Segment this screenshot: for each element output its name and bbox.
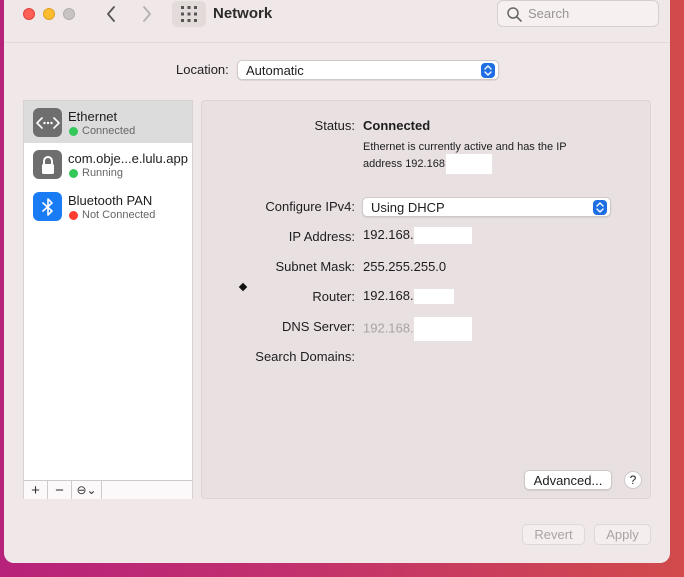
service-name: Bluetooth PAN <box>68 193 153 208</box>
search-input[interactable] <box>528 6 648 21</box>
minimize-window-button[interactable] <box>43 8 55 20</box>
select-stepper-icon <box>481 63 495 78</box>
apply-button[interactable]: Apply <box>594 524 651 545</box>
ipv4-label: Configure IPv4: <box>265 199 355 214</box>
detail-pane: Status: Connected Ethernet is currently … <box>201 100 651 499</box>
subnet-mask-label: Subnet Mask: <box>275 259 356 274</box>
service-list: Ethernet Connected com.obje...e.lulu.app… <box>23 100 193 499</box>
chevron-right-icon <box>143 6 151 22</box>
dns-server-label: DNS Server: <box>282 319 355 334</box>
router-label: Router: <box>312 289 355 304</box>
toolbar: Network <box>4 0 670 42</box>
status-label: Status: <box>314 118 355 133</box>
bluetooth-icon <box>33 192 62 221</box>
service-status: Not Connected <box>69 209 155 221</box>
close-window-button[interactable] <box>23 8 35 20</box>
grid-icon <box>181 6 197 22</box>
search-icon <box>507 7 522 22</box>
service-status-text: Not Connected <box>82 209 156 221</box>
ip-address-label: IP Address: <box>288 229 355 244</box>
status-dot-icon <box>69 126 78 136</box>
window-title: Network <box>213 5 273 22</box>
status-dot-icon <box>69 168 78 178</box>
advanced-button[interactable]: Advanced... <box>524 470 612 490</box>
redacted-block <box>413 289 454 305</box>
toolbar-divider <box>4 42 670 43</box>
zoom-window-button[interactable] <box>63 8 75 20</box>
service-status: Running <box>69 167 123 179</box>
ip-address-text: 192.168. <box>363 227 414 242</box>
status-dot-icon <box>69 210 78 220</box>
location-label: Location: <box>176 62 229 77</box>
ethernet-icon <box>33 108 62 137</box>
service-item-bluetooth-pan[interactable]: Bluetooth PAN Not Connected <box>24 185 192 227</box>
service-item-lulu[interactable]: com.obje...e.lulu.app Running <box>24 143 192 185</box>
back-button[interactable] <box>100 4 122 24</box>
search-field[interactable] <box>497 0 659 27</box>
configure-ipv4-select[interactable]: Using DHCP <box>362 197 611 217</box>
show-all-button[interactable] <box>172 1 206 27</box>
lock-icon <box>33 150 62 179</box>
service-action-menu-button[interactable]: ⊖⌄ <box>72 481 102 499</box>
add-service-button[interactable]: + <box>24 481 48 499</box>
forward-button[interactable] <box>136 4 158 24</box>
revert-button[interactable]: Revert <box>522 524 585 545</box>
subnet-mask-value: 255.255.255.0 <box>363 259 447 274</box>
service-item-ethernet[interactable]: Ethernet Connected <box>24 101 192 143</box>
service-name: Ethernet <box>68 109 118 124</box>
redacted-block <box>413 317 472 341</box>
status-description: Ethernet is currently active and has the… <box>363 140 603 174</box>
status-value: Connected <box>363 118 431 133</box>
dns-server-value: 192.168. <box>363 317 472 341</box>
service-list-toolbar: + − ⊖⌄ <box>24 480 192 499</box>
service-status: Connected <box>69 125 135 137</box>
redacted-block <box>445 154 492 174</box>
chevron-left-icon <box>107 6 115 22</box>
network-preferences-window: Network Location: Automatic Ethernet Con… <box>4 0 670 563</box>
help-button[interactable]: ? <box>624 471 642 489</box>
search-domains-label: Search Domains: <box>255 349 355 364</box>
service-status-text: Running <box>82 167 123 179</box>
router-text: 192.168. <box>363 288 414 303</box>
router-value: 192.168. <box>363 288 454 305</box>
location-value: Automatic <box>246 63 304 78</box>
location-select[interactable]: Automatic <box>237 60 499 80</box>
service-status-text: Connected <box>82 125 136 137</box>
service-name: com.obje...e.lulu.app <box>68 151 188 166</box>
remove-service-button[interactable]: − <box>48 481 72 499</box>
redacted-block <box>413 227 472 245</box>
select-stepper-icon <box>593 200 607 215</box>
ip-address-value: 192.168. <box>363 227 472 245</box>
ipv4-value: Using DHCP <box>371 200 445 215</box>
dns-server-text: 192.168. <box>363 320 414 336</box>
